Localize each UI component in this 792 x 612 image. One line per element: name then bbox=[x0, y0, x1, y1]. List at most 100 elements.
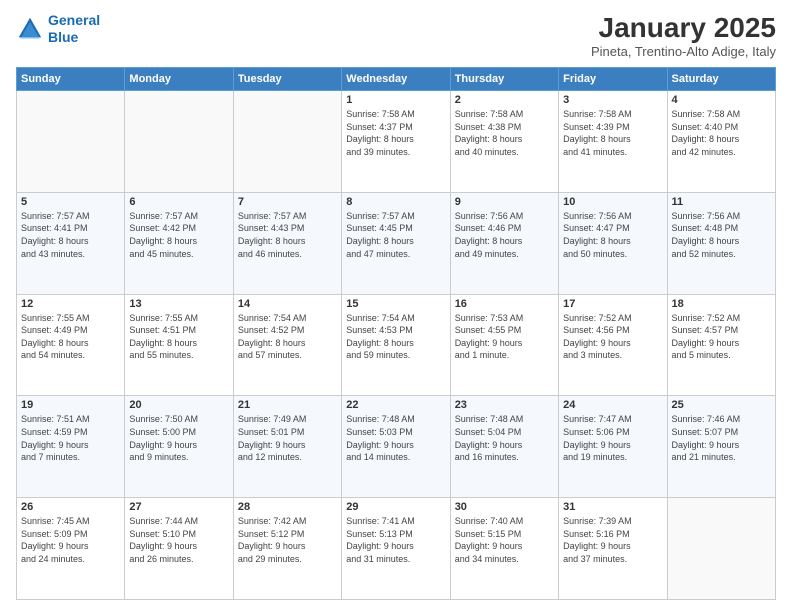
day-info: Sunrise: 7:52 AM Sunset: 4:56 PM Dayligh… bbox=[563, 312, 662, 362]
weekday-header-row: SundayMondayTuesdayWednesdayThursdayFrid… bbox=[17, 68, 776, 91]
day-info: Sunrise: 7:39 AM Sunset: 5:16 PM Dayligh… bbox=[563, 515, 662, 565]
day-number: 23 bbox=[455, 399, 554, 411]
day-number: 27 bbox=[129, 501, 228, 513]
logo-line1: General bbox=[48, 12, 100, 28]
day-info: Sunrise: 7:55 AM Sunset: 4:49 PM Dayligh… bbox=[21, 312, 120, 362]
day-info: Sunrise: 7:47 AM Sunset: 5:06 PM Dayligh… bbox=[563, 413, 662, 463]
day-number: 16 bbox=[455, 298, 554, 310]
day-cell: 25Sunrise: 7:46 AM Sunset: 5:07 PM Dayli… bbox=[667, 396, 775, 498]
week-row-3: 12 Sunrise: 7:55 AM Sunset: 4:49 PM Dayli… bbox=[17, 294, 776, 396]
day-cell: 21Sunrise: 7:49 AM Sunset: 5:01 PM Dayli… bbox=[233, 396, 341, 498]
day-info: Sunrise: 7:52 AM Sunset: 4:57 PM Dayligh… bbox=[672, 312, 771, 362]
week-row-4: 19 Sunrise: 7:51 AM Sunset: 4:59 PM Dayli… bbox=[17, 396, 776, 498]
day-cell: 12 Sunrise: 7:55 AM Sunset: 4:49 PM Dayli… bbox=[17, 294, 125, 396]
day-info: Sunrise: 7:48 AM Sunset: 5:03 PM Dayligh… bbox=[346, 413, 445, 463]
day-cell: 27 Sunrise: 7:44 AM Sunset: 5:10 PM Dayli… bbox=[125, 498, 233, 600]
day-number: 1 bbox=[346, 94, 445, 106]
day-number: 22 bbox=[346, 399, 445, 411]
day-number: 28 bbox=[238, 501, 337, 513]
day-cell: 19 Sunrise: 7:51 AM Sunset: 4:59 PM Dayli… bbox=[17, 396, 125, 498]
day-number: 19 bbox=[21, 399, 120, 411]
day-cell: 6 Sunrise: 7:57 AM Sunset: 4:42 PM Daylig… bbox=[125, 192, 233, 294]
day-info: Sunrise: 7:56 AM Sunset: 4:48 PM Dayligh… bbox=[672, 210, 771, 260]
location: Pineta, Trentino-Alto Adige, Italy bbox=[591, 44, 776, 59]
day-number: 5 bbox=[21, 196, 120, 208]
day-number: 18 bbox=[672, 298, 771, 310]
day-cell: 28 Sunrise: 7:42 AM Sunset: 5:12 PM Dayli… bbox=[233, 498, 341, 600]
day-info: Sunrise: 7:40 AM Sunset: 5:15 PM Dayligh… bbox=[455, 515, 554, 565]
day-cell: 8 Sunrise: 7:57 AM Sunset: 4:45 PM Daylig… bbox=[342, 192, 450, 294]
weekday-header-saturday: Saturday bbox=[667, 68, 775, 91]
day-number: 3 bbox=[563, 94, 662, 106]
day-number: 24 bbox=[563, 399, 662, 411]
day-info: Sunrise: 7:56 AM Sunset: 4:47 PM Dayligh… bbox=[563, 210, 662, 260]
day-info: Sunrise: 7:49 AM Sunset: 5:01 PM Dayligh… bbox=[238, 413, 337, 463]
day-number: 12 bbox=[21, 298, 120, 310]
day-cell: 9Sunrise: 7:56 AM Sunset: 4:46 PM Daylig… bbox=[450, 192, 558, 294]
day-cell: 16 Sunrise: 7:53 AM Sunset: 4:55 PM Dayli… bbox=[450, 294, 558, 396]
day-cell: 31Sunrise: 7:39 AM Sunset: 5:16 PM Dayli… bbox=[559, 498, 667, 600]
day-number: 30 bbox=[455, 501, 554, 513]
day-number: 6 bbox=[129, 196, 228, 208]
weekday-header-friday: Friday bbox=[559, 68, 667, 91]
day-number: 8 bbox=[346, 196, 445, 208]
day-number: 26 bbox=[21, 501, 120, 513]
day-cell: 20 Sunrise: 7:50 AM Sunset: 5:00 PM Dayli… bbox=[125, 396, 233, 498]
day-number: 10 bbox=[563, 196, 662, 208]
day-cell: 17 Sunrise: 7:52 AM Sunset: 4:56 PM Dayli… bbox=[559, 294, 667, 396]
week-row-5: 26 Sunrise: 7:45 AM Sunset: 5:09 PM Dayli… bbox=[17, 498, 776, 600]
day-info: Sunrise: 7:57 AM Sunset: 4:45 PM Dayligh… bbox=[346, 210, 445, 260]
day-cell: 13 Sunrise: 7:55 AM Sunset: 4:51 PM Dayli… bbox=[125, 294, 233, 396]
day-info: Sunrise: 7:51 AM Sunset: 4:59 PM Dayligh… bbox=[21, 413, 120, 463]
day-cell: 11 Sunrise: 7:56 AM Sunset: 4:48 PM Dayli… bbox=[667, 192, 775, 294]
day-cell bbox=[667, 498, 775, 600]
day-info: Sunrise: 7:58 AM Sunset: 4:37 PM Dayligh… bbox=[346, 108, 445, 158]
weekday-header-monday: Monday bbox=[125, 68, 233, 91]
day-cell: 26 Sunrise: 7:45 AM Sunset: 5:09 PM Dayli… bbox=[17, 498, 125, 600]
month-title: January 2025 bbox=[591, 12, 776, 44]
weekday-header-sunday: Sunday bbox=[17, 68, 125, 91]
day-info: Sunrise: 7:50 AM Sunset: 5:00 PM Dayligh… bbox=[129, 413, 228, 463]
day-cell: 23 Sunrise: 7:48 AM Sunset: 5:04 PM Dayli… bbox=[450, 396, 558, 498]
day-info: Sunrise: 7:57 AM Sunset: 4:42 PM Dayligh… bbox=[129, 210, 228, 260]
page: General Blue January 2025 Pineta, Trenti… bbox=[0, 0, 792, 612]
day-info: Sunrise: 7:48 AM Sunset: 5:04 PM Dayligh… bbox=[455, 413, 554, 463]
day-info: Sunrise: 7:42 AM Sunset: 5:12 PM Dayligh… bbox=[238, 515, 337, 565]
day-info: Sunrise: 7:58 AM Sunset: 4:40 PM Dayligh… bbox=[672, 108, 771, 158]
day-info: Sunrise: 7:44 AM Sunset: 5:10 PM Dayligh… bbox=[129, 515, 228, 565]
day-cell bbox=[17, 91, 125, 193]
day-number: 15 bbox=[346, 298, 445, 310]
logo-line2: Blue bbox=[48, 29, 78, 45]
day-cell: 1 Sunrise: 7:58 AM Sunset: 4:37 PM Daylig… bbox=[342, 91, 450, 193]
day-cell: 7Sunrise: 7:57 AM Sunset: 4:43 PM Daylig… bbox=[233, 192, 341, 294]
logo-text: General Blue bbox=[48, 12, 100, 46]
title-block: January 2025 Pineta, Trentino-Alto Adige… bbox=[591, 12, 776, 59]
day-cell: 3Sunrise: 7:58 AM Sunset: 4:39 PM Daylig… bbox=[559, 91, 667, 193]
day-cell: 4Sunrise: 7:58 AM Sunset: 4:40 PM Daylig… bbox=[667, 91, 775, 193]
day-info: Sunrise: 7:54 AM Sunset: 4:53 PM Dayligh… bbox=[346, 312, 445, 362]
day-cell: 15 Sunrise: 7:54 AM Sunset: 4:53 PM Dayli… bbox=[342, 294, 450, 396]
week-row-1: 1 Sunrise: 7:58 AM Sunset: 4:37 PM Daylig… bbox=[17, 91, 776, 193]
day-cell: 29Sunrise: 7:41 AM Sunset: 5:13 PM Dayli… bbox=[342, 498, 450, 600]
day-info: Sunrise: 7:55 AM Sunset: 4:51 PM Dayligh… bbox=[129, 312, 228, 362]
day-number: 11 bbox=[672, 196, 771, 208]
day-number: 7 bbox=[238, 196, 337, 208]
weekday-header-wednesday: Wednesday bbox=[342, 68, 450, 91]
day-number: 17 bbox=[563, 298, 662, 310]
day-cell bbox=[125, 91, 233, 193]
day-info: Sunrise: 7:45 AM Sunset: 5:09 PM Dayligh… bbox=[21, 515, 120, 565]
day-info: Sunrise: 7:53 AM Sunset: 4:55 PM Dayligh… bbox=[455, 312, 554, 362]
day-cell: 5Sunrise: 7:57 AM Sunset: 4:41 PM Daylig… bbox=[17, 192, 125, 294]
day-info: Sunrise: 7:54 AM Sunset: 4:52 PM Dayligh… bbox=[238, 312, 337, 362]
day-cell: 14 Sunrise: 7:54 AM Sunset: 4:52 PM Dayli… bbox=[233, 294, 341, 396]
day-info: Sunrise: 7:58 AM Sunset: 4:38 PM Dayligh… bbox=[455, 108, 554, 158]
week-row-2: 5Sunrise: 7:57 AM Sunset: 4:41 PM Daylig… bbox=[17, 192, 776, 294]
day-number: 20 bbox=[129, 399, 228, 411]
day-cell: 22 Sunrise: 7:48 AM Sunset: 5:03 PM Dayli… bbox=[342, 396, 450, 498]
day-number: 13 bbox=[129, 298, 228, 310]
day-number: 14 bbox=[238, 298, 337, 310]
weekday-header-tuesday: Tuesday bbox=[233, 68, 341, 91]
day-info: Sunrise: 7:56 AM Sunset: 4:46 PM Dayligh… bbox=[455, 210, 554, 260]
day-cell: 24 Sunrise: 7:47 AM Sunset: 5:06 PM Dayli… bbox=[559, 396, 667, 498]
day-info: Sunrise: 7:41 AM Sunset: 5:13 PM Dayligh… bbox=[346, 515, 445, 565]
